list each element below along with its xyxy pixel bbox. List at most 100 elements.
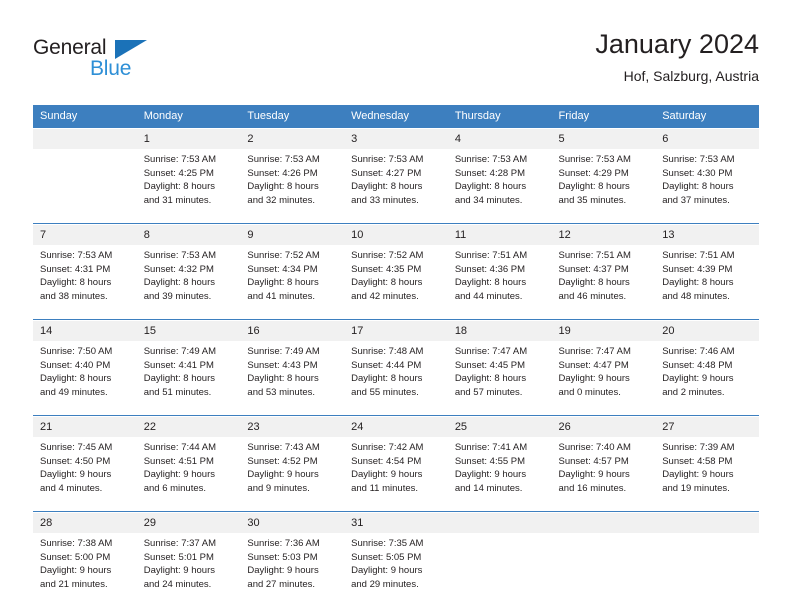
day-cell[interactable]: Sunrise: 7:42 AM Sunset: 4:54 PM Daylight:… (344, 437, 448, 511)
daylight-minutes-text: and 41 minutes. (247, 290, 316, 302)
calendar-weekday-header: Sunday Monday Tuesday Wednesday Thursday… (33, 105, 759, 129)
day-cell[interactable]: Sunrise: 7:53 AM Sunset: 4:27 PM Daylight:… (344, 149, 448, 223)
daylight-minutes-text: and 24 minutes. (143, 578, 212, 590)
day-number[interactable]: 19 (551, 320, 656, 341)
sunrise-text: Sunrise: 7:50 AM (40, 346, 113, 357)
day-cell[interactable]: Sunrise: 7:43 AM Sunset: 4:52 PM Daylight:… (240, 437, 345, 511)
day-number[interactable]: 4 (447, 128, 552, 149)
sunrise-text: Sunrise: 7:52 AM (247, 250, 320, 261)
sunrise-text: Sunrise: 7:40 AM (558, 442, 631, 453)
day-number[interactable]: 22 (136, 416, 241, 437)
day-cell[interactable]: Sunrise: 7:39 AM Sunset: 4:58 PM Daylight:… (655, 437, 759, 511)
daylight-minutes-text: and 32 minutes. (247, 194, 316, 206)
sunrise-text: Sunrise: 7:48 AM (351, 346, 424, 357)
day-number[interactable]: 10 (344, 224, 448, 245)
day-number[interactable]: 24 (344, 416, 448, 437)
day-cell[interactable]: Sunrise: 7:47 AM Sunset: 4:45 PM Daylight:… (447, 341, 552, 415)
daylight-text: Daylight: 8 hours (40, 277, 112, 288)
weekday-header-wednesday: Wednesday (344, 105, 448, 129)
day-number[interactable]: 26 (551, 416, 656, 437)
day-cell[interactable]: Sunrise: 7:52 AM Sunset: 4:34 PM Daylight:… (240, 245, 345, 319)
page-title: January 2024 (595, 29, 759, 59)
daylight-minutes-text: and 9 minutes. (247, 482, 310, 494)
daylight-minutes-text: and 51 minutes. (143, 386, 212, 398)
day-number[interactable]: 25 (447, 416, 552, 437)
day-number[interactable]: 21 (33, 416, 137, 437)
day-number[interactable]: 17 (344, 320, 448, 341)
day-number[interactable]: 18 (447, 320, 552, 341)
day-cell[interactable]: Sunrise: 7:51 AM Sunset: 4:39 PM Daylight:… (655, 245, 759, 319)
day-number[interactable]: 11 (447, 224, 552, 245)
day-cell[interactable]: Sunrise: 7:53 AM Sunset: 4:32 PM Daylight:… (136, 245, 241, 319)
week-daynumber-row: 123456 (33, 128, 759, 149)
general-blue-logo[interactable]: General Blue (33, 36, 253, 92)
sunset-text: Sunset: 5:01 PM (143, 551, 214, 563)
day-cell[interactable]: Sunrise: 7:45 AM Sunset: 4:50 PM Daylight:… (33, 437, 137, 511)
day-cell[interactable]: Sunrise: 7:50 AM Sunset: 4:40 PM Daylight:… (33, 341, 137, 415)
day-cell[interactable]: Sunrise: 7:48 AM Sunset: 4:44 PM Daylight:… (344, 341, 448, 415)
day-number[interactable]: 9 (240, 224, 345, 245)
sunrise-text: Sunrise: 7:53 AM (351, 154, 424, 165)
day-number[interactable]: 3 (344, 128, 448, 149)
day-number[interactable]: 7 (33, 224, 137, 245)
sunrise-text: Sunrise: 7:39 AM (662, 442, 735, 453)
day-cell[interactable]: Sunrise: 7:41 AM Sunset: 4:55 PM Daylight:… (447, 437, 552, 511)
day-number[interactable]: 12 (551, 224, 656, 245)
day-cell-empty (33, 149, 137, 223)
week-daynumber-row: 21 22 23 24 25 26 27 (33, 416, 759, 437)
page-subtitle: Hof, Salzburg, Austria (623, 68, 759, 84)
day-number[interactable]: 23 (240, 416, 345, 437)
day-cell[interactable]: Sunrise: 7:53 AM Sunset: 4:29 PM Daylight:… (551, 149, 656, 223)
day-cell[interactable]: Sunrise: 7:51 AM Sunset: 4:37 PM Daylight:… (551, 245, 656, 319)
weekday-header-tuesday: Tuesday (240, 105, 345, 129)
daylight-text: Daylight: 8 hours (454, 181, 527, 192)
day-number[interactable]: 28 (33, 512, 137, 533)
logo-text-blue: Blue (90, 57, 132, 80)
day-cell[interactable]: Sunrise: 7:47 AM Sunset: 4:47 PM Daylight:… (551, 341, 656, 415)
day-cell[interactable]: Sunrise: 7:52 AM Sunset: 4:35 PM Daylight:… (344, 245, 448, 319)
sunset-text: Sunset: 5:00 PM (40, 551, 111, 563)
day-number[interactable]: 14 (33, 320, 137, 341)
day-number[interactable]: 27 (655, 416, 759, 437)
daylight-minutes-text: and 46 minutes. (558, 290, 627, 302)
day-cell[interactable]: Sunrise: 7:37 AM Sunset: 5:01 PM Daylight:… (136, 533, 241, 607)
day-cell[interactable]: Sunrise: 7:53 AM Sunset: 4:30 PM Daylight:… (655, 149, 759, 223)
day-cell[interactable]: Sunrise: 7:44 AM Sunset: 4:51 PM Daylight:… (136, 437, 241, 511)
day-number[interactable]: 1 (136, 128, 241, 149)
day-cell[interactable]: Sunrise: 7:51 AM Sunset: 4:36 PM Daylight:… (447, 245, 552, 319)
day-number[interactable]: 5 (551, 128, 656, 149)
day-cell[interactable]: Sunrise: 7:38 AM Sunset: 5:00 PM Daylight:… (33, 533, 137, 607)
day-cell[interactable]: Sunrise: 7:53 AM Sunset: 4:25 PM Daylight:… (136, 149, 241, 223)
day-number[interactable]: 13 (655, 224, 759, 245)
daylight-text: Daylight: 9 hours (143, 565, 215, 576)
day-cell[interactable]: Sunrise: 7:53 AM Sunset: 4:28 PM Daylight:… (447, 149, 552, 223)
daylight-minutes-text: and 57 minutes. (454, 386, 523, 398)
week-detail-row: Sunrise: 7:50 AM Sunset: 4:40 PM Daylight:… (33, 341, 759, 415)
sunset-text: Sunset: 4:45 PM (454, 359, 526, 371)
day-cell[interactable]: Sunrise: 7:35 AM Sunset: 5:05 PM Daylight:… (344, 533, 448, 607)
sunrise-text: Sunrise: 7:47 AM (454, 346, 528, 357)
day-number[interactable]: 31 (344, 512, 448, 533)
sunset-text: Sunset: 4:28 PM (454, 167, 526, 179)
sunrise-text: Sunrise: 7:53 AM (558, 154, 631, 165)
day-number[interactable]: 16 (240, 320, 345, 341)
day-number[interactable]: 15 (136, 320, 241, 341)
day-number[interactable]: 6 (655, 128, 759, 149)
day-cell[interactable]: Sunrise: 7:36 AM Sunset: 5:03 PM Daylight:… (240, 533, 345, 607)
day-cell[interactable]: Sunrise: 7:53 AM Sunset: 4:26 PM Daylight:… (240, 149, 345, 223)
day-number[interactable]: 29 (136, 512, 241, 533)
day-cell[interactable]: Sunrise: 7:40 AM Sunset: 4:57 PM Daylight:… (551, 437, 656, 511)
daylight-minutes-text: and 48 minutes. (662, 290, 730, 302)
day-number[interactable]: 2 (240, 128, 345, 149)
sunrise-text: Sunrise: 7:42 AM (351, 442, 424, 453)
day-cell[interactable]: Sunrise: 7:46 AM Sunset: 4:48 PM Daylight:… (655, 341, 759, 415)
day-number[interactable]: 8 (136, 224, 241, 245)
day-number[interactable]: 20 (655, 320, 759, 341)
day-cell[interactable]: Sunrise: 7:49 AM Sunset: 4:41 PM Daylight:… (136, 341, 241, 415)
day-number[interactable]: 30 (240, 512, 345, 533)
daylight-text: Daylight: 8 hours (662, 277, 734, 288)
sunset-text: Sunset: 5:05 PM (351, 551, 422, 563)
day-cell[interactable]: Sunrise: 7:53 AM Sunset: 4:31 PM Daylight:… (33, 245, 137, 319)
day-number-empty (551, 512, 656, 533)
day-cell[interactable]: Sunrise: 7:49 AM Sunset: 4:43 PM Daylight:… (240, 341, 345, 415)
